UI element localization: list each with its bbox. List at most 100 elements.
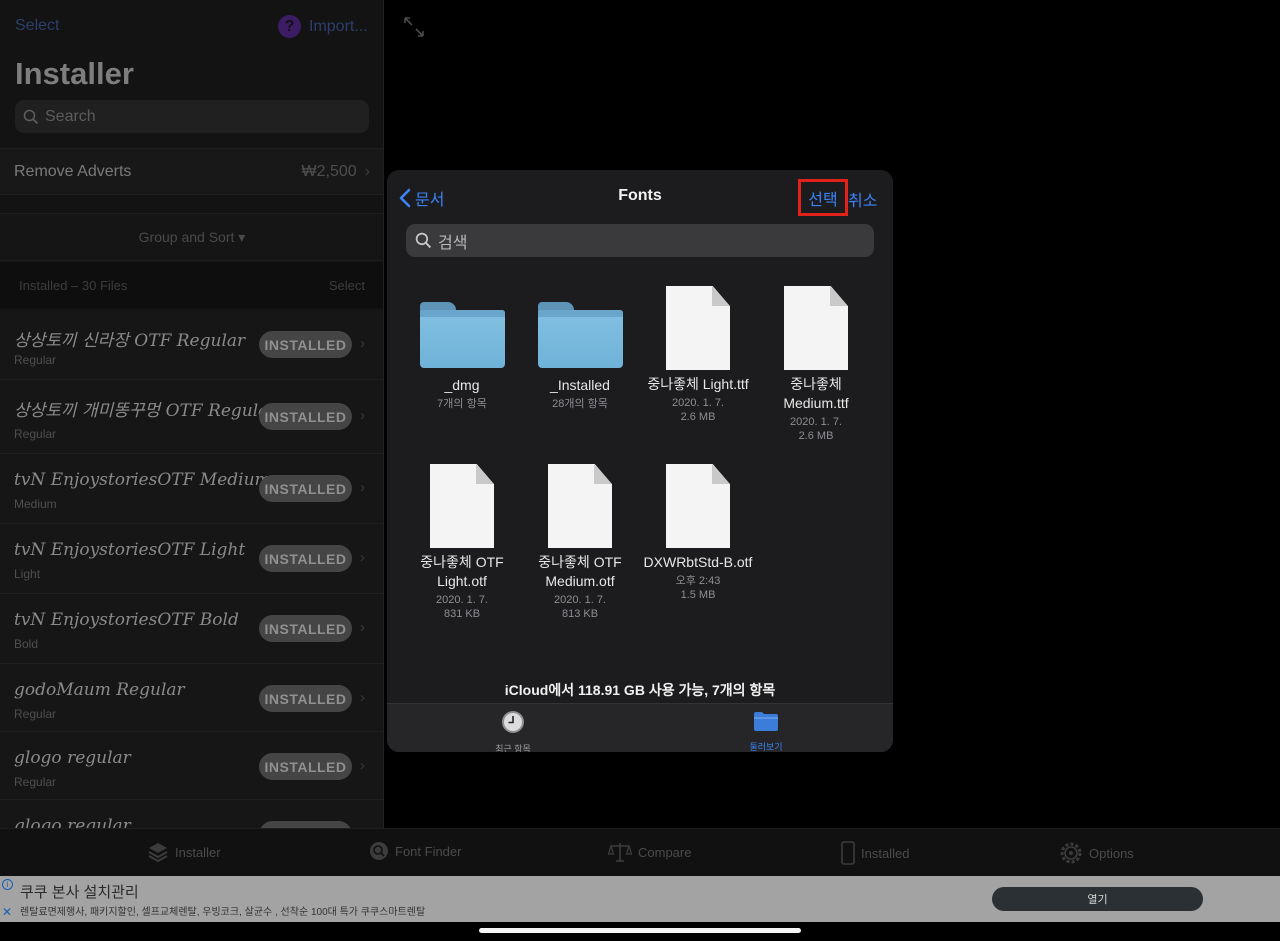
document-icon [666,464,730,548]
app-tab-bar: Installer Font Finder Compare Installed … [0,828,1280,876]
item-name: _Installed [550,377,610,393]
clock-icon [502,711,524,733]
file-item[interactable]: 중나좋체 OTF Light.otf 2020. 1. 7. 831 KB [403,464,521,621]
item-meta: 28개의 항목 [552,398,608,410]
search-input[interactable]: Search [15,100,369,133]
search-icon [370,842,388,860]
item-size: 2.6 MB [680,411,716,423]
installed-badge[interactable]: INSTALLED [259,403,352,430]
ad-close-icon[interactable]: ✕ [2,905,12,919]
installed-badge[interactable]: INSTALLED [259,685,352,712]
chevron-right-icon: › [360,689,365,706]
item-meta: 7개의 항목 [437,398,487,410]
files-select-button[interactable]: Select [329,278,365,293]
document-icon [784,286,848,370]
font-name: godoMaum Regular [14,680,185,700]
remove-adverts-label: Remove Adverts [14,162,132,180]
device-icon [841,841,855,865]
files-count: Installed – 30 Files [19,277,128,293]
font-row[interactable]: tvN EnjoystoriesOTF Medium Medium INSTAL… [0,454,383,524]
font-row[interactable]: godoMaum Regular Regular INSTALLED › [0,664,383,732]
chevron-right-icon: › [360,335,365,352]
document-icon [548,464,612,548]
font-row[interactable]: glogo regular [0,800,383,828]
layers-icon [148,843,168,863]
font-style: Regular [14,427,57,441]
item-date: 오후 2:43 [675,575,721,587]
chevron-right-icon: › [360,619,365,636]
installed-badge[interactable]: INSTALLED [259,615,352,642]
item-date: 2020. 1. 7. [554,594,606,606]
ad-banner[interactable]: i ✕ 쿠쿠 본사 설치관리 렌탈료면제행사, 패키지할인, 셀프교체렌탈, 우… [0,876,1280,922]
ad-description: 렌탈료면제행사, 패키지할인, 셀프교체렌탈, 우빙코크, 살균수 , 선착순 … [20,907,426,918]
file-item[interactable]: 중나좋체 Medium.ttf 2020. 1. 7. 2.6 MB [757,286,875,443]
import-label: Import... [309,17,368,35]
remove-adverts-price: ₩2,500 [301,162,357,180]
chevron-right-icon: › [364,162,370,180]
tab-font-finder-label: Font Finder [395,843,462,859]
font-row[interactable]: glogo regular Regular INSTALLED › [0,732,383,800]
chevron-right-icon: › [360,407,365,424]
font-row[interactable]: 상상토끼 신라장 OTF Regular Regular INSTALLED › [0,310,383,380]
select-button[interactable]: 선택 [798,179,848,216]
file-item[interactable]: DXWRbtStd-B.otf 오후 2:43 1.5 MB [639,464,757,602]
search-icon [23,109,39,124]
font-style: Medium [14,497,57,511]
item-date: 2020. 1. 7. [672,397,724,409]
installed-badge[interactable] [259,821,352,828]
dialog-tab-bar: 최근 항목 둘러보기 [387,703,893,752]
import-button[interactable]: ? Import... [278,15,368,38]
dialog-search-placeholder: 검색 [438,234,468,252]
font-style: Bold [14,637,39,651]
ad-info-icon[interactable]: i [2,879,13,890]
item-name: DXWRbtStd-B.otf [643,554,753,570]
storage-status: iCloud에서 118.91 GB 사용 가능, 7개의 항목 [504,682,776,698]
search-placeholder: Search [45,107,96,125]
item-date: 2020. 1. 7. [790,416,842,428]
font-row[interactable]: tvN EnjoystoriesOTF Light Light INSTALLE… [0,524,383,594]
tab-options[interactable]: Options [1059,841,1134,865]
folder-item[interactable]: _Installed 28개의 항목 [521,302,639,411]
item-size: 1.5 MB [680,589,716,601]
font-style: Regular [14,353,57,367]
tab-recents-label: 최근 항목 [495,744,531,752]
folder-icon [419,302,505,368]
item-name: 중나좋체 Light.ttf [647,376,749,392]
item-name: 중나좋체 OTF Medium.otf [538,554,622,589]
item-size: 813 KB [561,608,599,620]
installed-badge[interactable]: INSTALLED [259,753,352,780]
item-date: 2020. 1. 7. [436,594,488,606]
item-size: 2.6 MB [798,430,834,442]
tab-installer[interactable]: Installer [147,841,221,863]
home-indicator[interactable] [479,928,801,933]
tab-browse[interactable]: 둘러보기 [726,710,806,752]
file-item[interactable]: 중나좋체 Light.ttf 2020. 1. 7. 2.6 MB [639,286,757,424]
tab-font-finder[interactable]: Font Finder [369,841,461,861]
installed-badge[interactable]: INSTALLED [259,331,352,358]
font-style: Light [14,567,41,581]
ad-title: 쿠쿠 본사 설치관리 [20,884,139,901]
font-row[interactable]: 상상토끼 개미똥꾸멍 OTF Regular Regular INSTALLED… [0,380,383,454]
installed-badge[interactable]: INSTALLED [259,475,352,502]
select-button[interactable]: Select [15,17,59,35]
chevron-right-icon: › [360,757,365,774]
item-name: 중나좋체 OTF Light.otf [420,554,504,589]
font-name: glogo regular [14,816,131,828]
group-and-sort-button[interactable]: Group and Sort ▾ [0,213,383,261]
tab-compare[interactable]: Compare [608,841,691,863]
dialog-search-input[interactable]: 검색 [406,224,874,257]
cancel-button[interactable]: 취소 [848,187,877,211]
item-size: 831 KB [443,608,481,620]
folder-item[interactable]: _dmg 7개의 항목 [403,302,521,411]
font-row[interactable]: tvN EnjoystoriesOTF Bold Bold INSTALLED … [0,594,383,664]
font-style: Regular [14,707,57,721]
ad-open-button[interactable]: 열기 [992,887,1203,911]
tab-recents[interactable]: 최근 항목 [473,710,553,752]
installed-badge[interactable]: INSTALLED [259,545,352,572]
item-name: 중나좋체 Medium.ttf [783,376,849,411]
expand-icon[interactable] [403,16,425,38]
file-item[interactable]: 중나좋체 OTF Medium.otf 2020. 1. 7. 813 KB [521,464,639,621]
tab-compare-label: Compare [638,844,692,860]
remove-adverts-row[interactable]: Remove Adverts ₩2,500 › [0,148,383,195]
tab-installed[interactable]: Installed [841,841,909,865]
